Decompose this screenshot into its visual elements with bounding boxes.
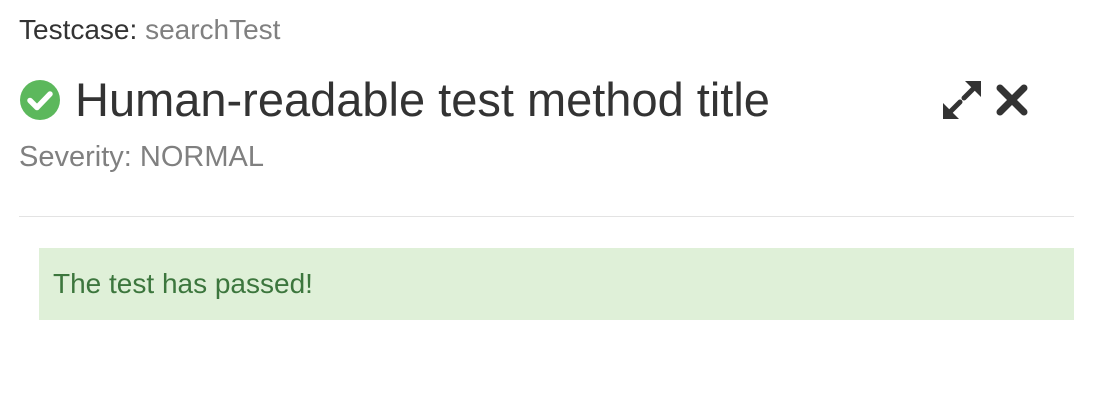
page-title: Human-readable test method title: [75, 73, 770, 126]
check-circle-icon: [19, 79, 61, 121]
close-icon[interactable]: [992, 76, 1032, 124]
divider: [19, 216, 1074, 217]
testcase-name: searchTest: [145, 14, 281, 45]
pane-controls: [938, 76, 1032, 124]
testcase-line: Testcase: searchTest: [19, 12, 280, 48]
title-row: Human-readable test method title: [19, 70, 770, 130]
severity-label: Severity: NORMAL: [19, 141, 264, 173]
status-message: The test has passed!: [39, 248, 1074, 320]
testcase-label: Testcase:: [19, 14, 138, 45]
testcase-detail-pane: Testcase: searchTest Human-readable test…: [0, 0, 1100, 400]
expand-icon[interactable]: [938, 76, 986, 124]
